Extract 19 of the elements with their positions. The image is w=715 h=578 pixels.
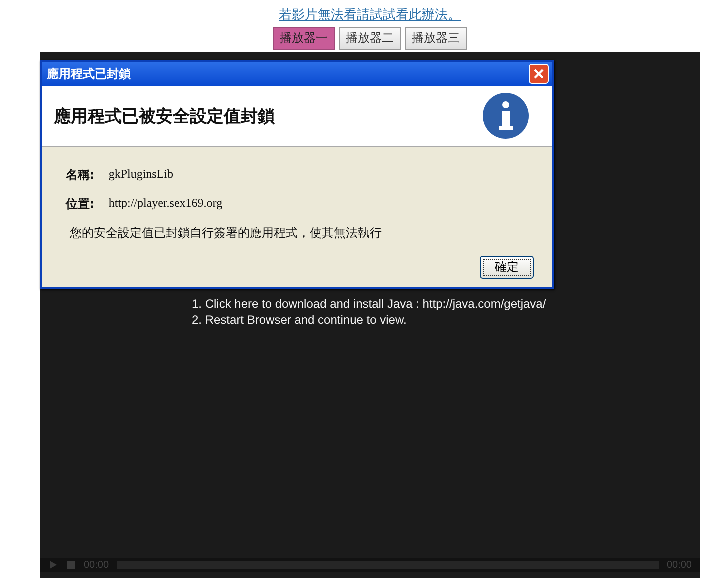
stop-icon[interactable] [66,560,76,570]
player-tab[interactable]: 播放器三 [405,27,467,50]
instruction-text: 2. Restart Browser and continue to view. [192,312,408,328]
field-label: 位置: [66,196,95,213]
close-icon[interactable] [533,68,545,80]
field-value: gkPluginsLib [108,167,174,183]
info-icon [482,92,530,140]
player-tab[interactable]: 播放器一 [273,27,335,50]
help-link[interactable]: 若影片無法看請試試看此辦法。 [279,6,461,24]
player-tab[interactable]: 播放器二 [339,27,401,50]
instruction-text: 1. Click here to download and install Java : http://java.com/getjava/ [192,296,548,312]
dialog-title: 應用程式已封鎖 [47,66,131,82]
field-label: 名稱: [66,167,95,184]
dialog-heading: 應用程式已被安全設定值封鎖 [54,106,275,128]
play-icon[interactable] [48,560,58,570]
field-value: http://player.sex169.org [108,196,223,212]
dialog-message: 您的安全設定值已封鎖自行簽署的應用程式，使其無法執行 [70,225,383,242]
close-button[interactable] [529,64,549,84]
ok-button[interactable]: 確定 [480,256,534,279]
